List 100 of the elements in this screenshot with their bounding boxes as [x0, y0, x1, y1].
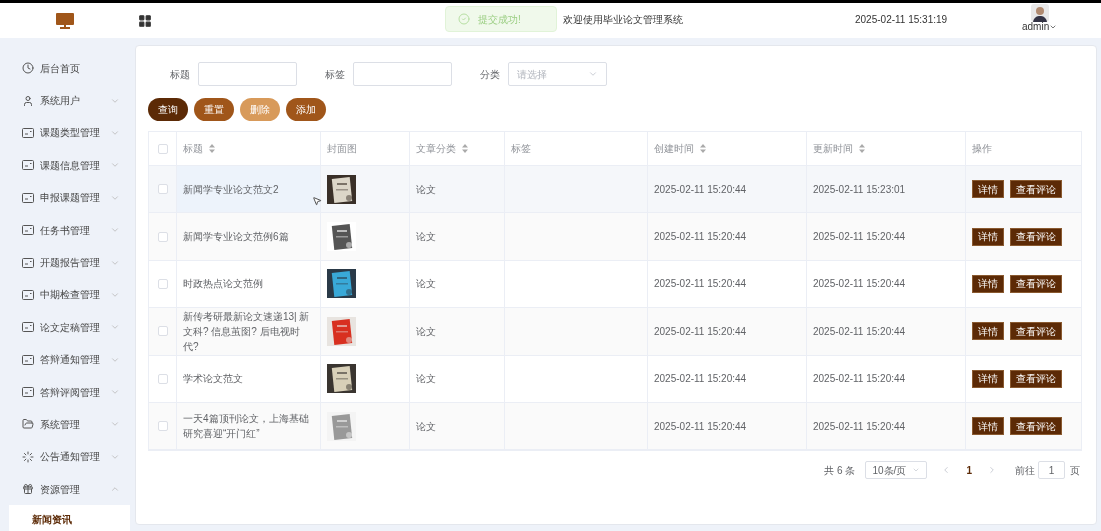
row-action-button[interactable]: 查看评论	[1010, 369, 1062, 388]
card-icon	[22, 257, 34, 268]
page-number[interactable]: 1	[961, 462, 977, 478]
table-row[interactable]: 一天4篇顶刊论文，上海基础研究喜迎“开门红” 论文 2025-02-11 15:20:44 2025-02-11 15:20:44 详情 查看评论	[149, 402, 1081, 451]
row-action-button[interactable]: 查看评论	[1010, 180, 1062, 199]
avatar[interactable]	[1030, 4, 1049, 22]
table-cell: 2025-02-11 15:20:44	[807, 355, 966, 402]
header-cell: 标签	[505, 132, 648, 165]
input-field[interactable]	[353, 62, 452, 86]
action-button[interactable]: 查询	[148, 98, 188, 121]
table-cell: 2025-02-11 15:23:01	[807, 166, 966, 213]
window-title: 欢迎使用毕业论文管理系统	[563, 13, 683, 27]
table-cell: 新闻学专业论文范文2	[177, 166, 321, 213]
sort-icon[interactable]	[700, 144, 706, 153]
table-cell: 论文	[410, 213, 505, 260]
table-cell: 论文	[410, 355, 505, 402]
sidebar-item[interactable]: 答辩通知管理	[0, 343, 130, 376]
row-action-button[interactable]: 查看评论	[1010, 417, 1062, 436]
table-row[interactable]: 新传考研最新论文速递13| 新文科? 信息茧囹? 后电视时代? 论文 2025-02-11 15:20:44 2025-02-11 15:20:44 详情 查看评论	[149, 308, 1081, 356]
sidebar-item[interactable]: 系统用户	[0, 84, 130, 117]
sidebar-item[interactable]: 申报课题管理	[0, 181, 130, 214]
checkbox[interactable]	[157, 143, 168, 154]
table-row[interactable]: 新闻学专业论文范文2 论文 2025-02-11 15:20:44 2025-02-11 15:23:01 详情 查看评论	[149, 166, 1081, 214]
table-cell: 2025-02-11 15:20:44	[648, 355, 807, 402]
row-action-button[interactable]: 查看评论	[1010, 227, 1062, 246]
sidebar-item[interactable]: 开题报告管理	[0, 246, 130, 279]
user-icon	[22, 94, 34, 107]
success-icon	[458, 13, 470, 25]
card-icon	[22, 322, 34, 333]
table-cell: 2025-02-11 15:20:44	[807, 260, 966, 308]
row-action-button[interactable]: 查看评论	[1010, 322, 1062, 341]
table-cell: 2025-02-11 15:20:44	[648, 213, 807, 260]
page-size-select[interactable]: 10条/页	[865, 461, 928, 480]
table-cell: 2025-02-11 15:20:44	[807, 213, 966, 260]
checkbox[interactable]	[157, 231, 168, 242]
sidebar-item[interactable]: 任务书管理	[0, 213, 130, 247]
header-cell: 封面图	[321, 132, 410, 165]
row-action-button[interactable]: 详情	[972, 180, 1004, 199]
table-cell: 2025-02-11 15:20:44	[807, 308, 966, 355]
table-cell: 新闻学专业论文范例6篇	[177, 213, 321, 260]
sort-icon[interactable]	[462, 144, 468, 153]
card-icon	[22, 289, 34, 300]
header-cell-text: 操作	[971, 142, 993, 156]
next-page-icon[interactable]	[987, 465, 997, 476]
checkbox[interactable]	[157, 278, 168, 289]
input-field[interactable]	[198, 62, 297, 86]
sidebar-item[interactable]: 资源管理	[0, 473, 130, 506]
checkbox[interactable]	[157, 184, 168, 195]
total-count: 共 6 条	[824, 463, 856, 478]
goto-label: 前往	[1015, 463, 1035, 478]
table-cell: 2025-02-11 15:20:44	[648, 402, 807, 450]
table-cell: 2025-02-11 15:20:44	[648, 166, 807, 213]
table-cell: 一天4篇顶刊论文，上海基础研究喜迎“开门红”	[177, 402, 321, 450]
row-action-button[interactable]: 详情	[972, 227, 1004, 246]
sidebar-item[interactable]: 公告通知管理	[0, 440, 130, 474]
action-button[interactable]: 添加	[286, 98, 326, 121]
filter-label: 标签	[325, 67, 345, 82]
row-action-button[interactable]: 详情	[972, 417, 1004, 436]
cursor-icon	[312, 195, 322, 207]
menu-icon[interactable]	[138, 13, 152, 28]
table-row[interactable]: 时政热点论文范例 论文 2025-02-11 15:20:44 2025-02-11 15:20:44 详情 查看评论	[149, 260, 1081, 309]
row-action-button[interactable]: 详情	[972, 369, 1004, 388]
chevron-down-icon	[588, 69, 598, 79]
table-cell: 2025-02-11 15:20:44	[648, 260, 807, 308]
sidebar-item[interactable]: 论文定稿管理	[0, 311, 130, 344]
card-icon	[22, 387, 34, 398]
table-cell: 论文	[410, 402, 505, 450]
sort-icon[interactable]	[209, 144, 215, 153]
sidebar-item[interactable]: 系统管理	[0, 408, 130, 441]
sidebar-item[interactable]: 后台首页	[0, 52, 130, 85]
checkbox[interactable]	[157, 421, 168, 432]
filter-label: 分类	[480, 67, 500, 82]
table-cell: 新传考研最新论文速递13| 新文科? 信息茧囹? 后电视时代?	[177, 308, 321, 355]
sort-icon[interactable]	[859, 144, 865, 153]
page-input[interactable]: 1	[1038, 461, 1065, 480]
table-row[interactable]: 学术论文范文 论文 2025-02-11 15:20:44 2025-02-11 15:20:44 详情 查看评论	[149, 355, 1081, 403]
card-icon	[22, 225, 34, 236]
row-action-button[interactable]: 详情	[972, 274, 1004, 293]
username[interactable]: admin	[1022, 22, 1050, 32]
goto-suffix: 页	[1070, 463, 1080, 478]
checkbox[interactable]	[157, 373, 168, 384]
clock-icon	[22, 62, 34, 75]
toast-message: 提交成功!	[478, 12, 521, 27]
sidebar-item[interactable]: 课题类型管理	[0, 116, 130, 150]
sidebar-item[interactable]: 课题信息管理	[0, 149, 130, 182]
datetime: 2025-02-11 15:31:19	[855, 13, 948, 27]
row-action-button[interactable]: 详情	[972, 322, 1004, 341]
card-icon	[22, 354, 34, 365]
action-button[interactable]: 重置	[194, 98, 234, 121]
caret-icon[interactable]	[1049, 23, 1058, 31]
table-cell: 学术论文范文	[177, 355, 321, 402]
card-icon	[22, 160, 34, 171]
table-cell: 论文	[410, 166, 505, 213]
table-row[interactable]: 新闻学专业论文范例6篇 论文 2025-02-11 15:20:44 2025-02-11 15:20:44 详情 查看评论	[149, 213, 1081, 261]
sidebar-item[interactable]: 中期检查管理	[0, 278, 130, 312]
sidebar-subitem[interactable]: 新闻资讯	[9, 505, 130, 531]
row-action-button[interactable]: 查看评论	[1010, 274, 1062, 293]
checkbox[interactable]	[157, 326, 168, 337]
folder-icon	[22, 418, 34, 431]
sidebar-item[interactable]: 答辩评阅管理	[0, 375, 130, 409]
